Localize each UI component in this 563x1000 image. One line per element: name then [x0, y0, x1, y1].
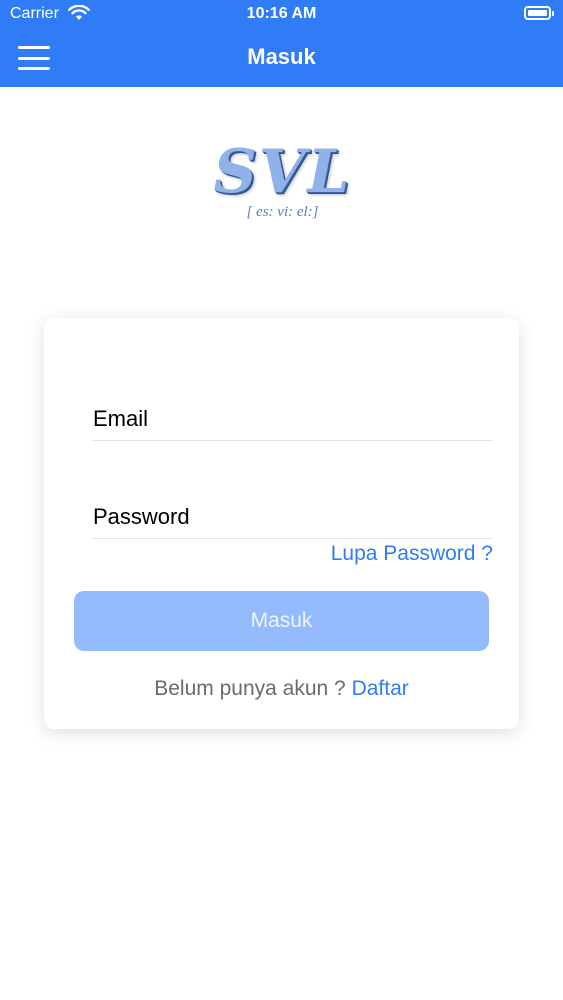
password-field-wrapper — [93, 498, 493, 539]
forgot-password-link[interactable]: Lupa Password ? — [331, 542, 493, 566]
register-row: Belum punya akun ? Daftar — [44, 677, 519, 701]
battery-icon — [524, 6, 554, 20]
email-field-wrapper — [93, 400, 493, 441]
status-time: 10:16 AM — [246, 5, 317, 22]
email-field[interactable] — [93, 400, 493, 438]
login-button[interactable]: Masuk — [74, 591, 489, 651]
app-logo: SVL [ es: vi: el:] — [200, 138, 365, 233]
register-prompt: Belum punya akun ? — [154, 677, 346, 700]
logo-text: SVL — [213, 137, 352, 207]
register-link[interactable]: Daftar — [352, 677, 409, 700]
status-bar: Carrier 10:16 AM — [0, 0, 563, 30]
login-card: Lupa Password ? Masuk Belum punya akun ?… — [44, 318, 519, 729]
page-title: Masuk — [247, 44, 316, 69]
app-header: Carrier 10:16 AM Masuk — [0, 0, 563, 87]
password-field[interactable] — [93, 498, 493, 536]
